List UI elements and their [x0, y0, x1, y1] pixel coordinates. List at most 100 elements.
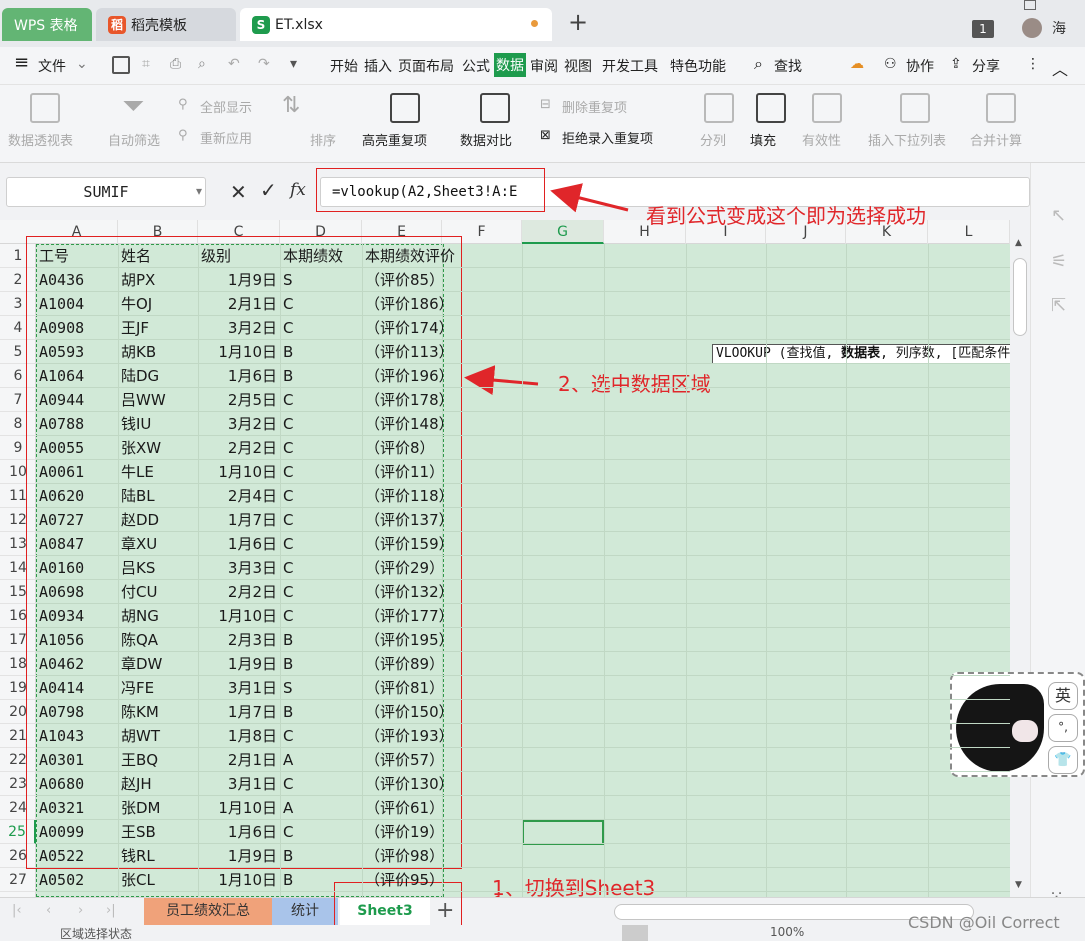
cell-C27[interactable]: 1月10日 [201, 868, 277, 892]
cell-D23[interactable]: C [283, 772, 359, 796]
cell-A13[interactable]: A0847 [39, 532, 115, 556]
cell-C26[interactable]: 1月9日 [201, 844, 277, 868]
cell-B16[interactable]: 胡NG [121, 604, 195, 628]
cell-C21[interactable]: 1月8日 [201, 724, 277, 748]
cell-C25[interactable]: 1月6日 [201, 820, 277, 844]
cell-E26[interactable]: （评价98） [365, 844, 525, 868]
cell-E27[interactable]: （评价95） [365, 868, 525, 892]
cell-B20[interactable]: 陈KM [121, 700, 195, 724]
cell-B1[interactable]: 姓名 [121, 244, 195, 268]
cell-E16[interactable]: （评价177） [365, 604, 525, 628]
settings-sliders-icon[interactable]: ⚟ [1051, 251, 1067, 272]
cell-A20[interactable]: A0798 [39, 700, 115, 724]
cell-E25[interactable]: （评价19） [365, 820, 525, 844]
prev-sheet-icon[interactable]: ‹ [46, 903, 51, 918]
cell-A11[interactable]: A0620 [39, 484, 115, 508]
cell-E6[interactable]: （评价196） [365, 364, 525, 388]
cell-D7[interactable]: C [283, 388, 359, 412]
cell-A22[interactable]: A0301 [39, 748, 115, 772]
cell-A12[interactable]: A0727 [39, 508, 115, 532]
cell-C1[interactable]: 级别 [201, 244, 277, 268]
cell-E23[interactable]: （评价130） [365, 772, 525, 796]
cell-C9[interactable]: 2月2日 [201, 436, 277, 460]
cell-C2[interactable]: 1月9日 [201, 268, 277, 292]
cell-C13[interactable]: 1月6日 [201, 532, 277, 556]
cell-D3[interactable]: C [283, 292, 359, 316]
cell-B27[interactable]: 张CL [121, 868, 195, 892]
cell-D1[interactable]: 本期绩效 [283, 244, 359, 268]
cell-E20[interactable]: （评价150） [365, 700, 525, 724]
cell-C11[interactable]: 2月4日 [201, 484, 277, 508]
cell-C14[interactable]: 3月3日 [201, 556, 277, 580]
cell-C22[interactable]: 2月1日 [201, 748, 277, 772]
normal-view-icon[interactable] [622, 925, 648, 941]
ime-skin-icon[interactable]: 👕 [1048, 746, 1078, 774]
cell-C8[interactable]: 3月2日 [201, 412, 277, 436]
first-sheet-icon[interactable]: |‹ [12, 903, 22, 918]
cell-B15[interactable]: 付CU [121, 580, 195, 604]
cell-A17[interactable]: A1056 [39, 628, 115, 652]
cell-A1[interactable]: 工号 [39, 244, 115, 268]
cell-A15[interactable]: A0698 [39, 580, 115, 604]
cell-C10[interactable]: 1月10日 [201, 460, 277, 484]
cell-B9[interactable]: 张XW [121, 436, 195, 460]
cell-D14[interactable]: C [283, 556, 359, 580]
cell-C23[interactable]: 3月1日 [201, 772, 277, 796]
scroll-down-icon[interactable]: ▼ [1015, 880, 1022, 890]
cell-C15[interactable]: 2月2日 [201, 580, 277, 604]
share-panel-icon[interactable]: ⇱ [1051, 295, 1066, 316]
scroll-up-icon[interactable]: ▲ [1015, 238, 1022, 248]
cell-E10[interactable]: （评价11） [365, 460, 525, 484]
cell-D5[interactable]: B [283, 340, 359, 364]
sheet-tab-summary[interactable]: 员工绩效汇总 [144, 898, 272, 925]
cell-A19[interactable]: A0414 [39, 676, 115, 700]
cell-D10[interactable]: C [283, 460, 359, 484]
cell-E21[interactable]: （评价193） [365, 724, 525, 748]
cell-B17[interactable]: 陈QA [121, 628, 195, 652]
cell-E11[interactable]: （评价118） [365, 484, 525, 508]
cell-B4[interactable]: 王JF [121, 316, 195, 340]
scroll-thumb[interactable] [1013, 258, 1027, 336]
cell-D19[interactable]: S [283, 676, 359, 700]
ime-punctuation-toggle[interactable]: °, [1048, 714, 1078, 742]
cell-E1[interactable]: 本期绩效评价 [365, 244, 525, 268]
cell-A8[interactable]: A0788 [39, 412, 115, 436]
cell-C19[interactable]: 3月1日 [201, 676, 277, 700]
cell-E4[interactable]: （评价174） [365, 316, 525, 340]
cell-B11[interactable]: 陆BL [121, 484, 195, 508]
next-sheet-icon[interactable]: › [78, 903, 83, 918]
cell-E13[interactable]: （评价159） [365, 532, 525, 556]
cell-C5[interactable]: 1月10日 [201, 340, 277, 364]
cell-D21[interactable]: C [283, 724, 359, 748]
cell-E2[interactable]: （评价85） [365, 268, 525, 292]
cell-D2[interactable]: S [283, 268, 359, 292]
zoom-level[interactable]: 100% [770, 925, 804, 939]
cell-B19[interactable]: 冯FE [121, 676, 195, 700]
cell-D15[interactable]: C [283, 580, 359, 604]
cell-D25[interactable]: C [283, 820, 359, 844]
cell-C24[interactable]: 1月10日 [201, 796, 277, 820]
cell-C17[interactable]: 2月3日 [201, 628, 277, 652]
cell-B26[interactable]: 钱RL [121, 844, 195, 868]
cell-A18[interactable]: A0462 [39, 652, 115, 676]
cell-E3[interactable]: （评价186） [365, 292, 525, 316]
cell-B10[interactable]: 牛LE [121, 460, 195, 484]
cell-B13[interactable]: 章XU [121, 532, 195, 556]
cell-E19[interactable]: （评价81） [365, 676, 525, 700]
cell-C4[interactable]: 3月2日 [201, 316, 277, 340]
cell-B14[interactable]: 吕KS [121, 556, 195, 580]
cell-E8[interactable]: （评价148） [365, 412, 525, 436]
cell-E7[interactable]: （评价178） [365, 388, 525, 412]
cell-D12[interactable]: C [283, 508, 359, 532]
cell-A27[interactable]: A0502 [39, 868, 115, 892]
cell-A2[interactable]: A0436 [39, 268, 115, 292]
cell-E24[interactable]: （评价61） [365, 796, 525, 820]
cell-B25[interactable]: 王SB [121, 820, 195, 844]
vertical-scrollbar[interactable]: ▲ ▼ [1010, 220, 1030, 897]
cell-C7[interactable]: 2月5日 [201, 388, 277, 412]
cell-B21[interactable]: 胡WT [121, 724, 195, 748]
cell-A5[interactable]: A0593 [39, 340, 115, 364]
cell-D6[interactable]: B [283, 364, 359, 388]
cell-D24[interactable]: A [283, 796, 359, 820]
cell-B2[interactable]: 胡PX [121, 268, 195, 292]
